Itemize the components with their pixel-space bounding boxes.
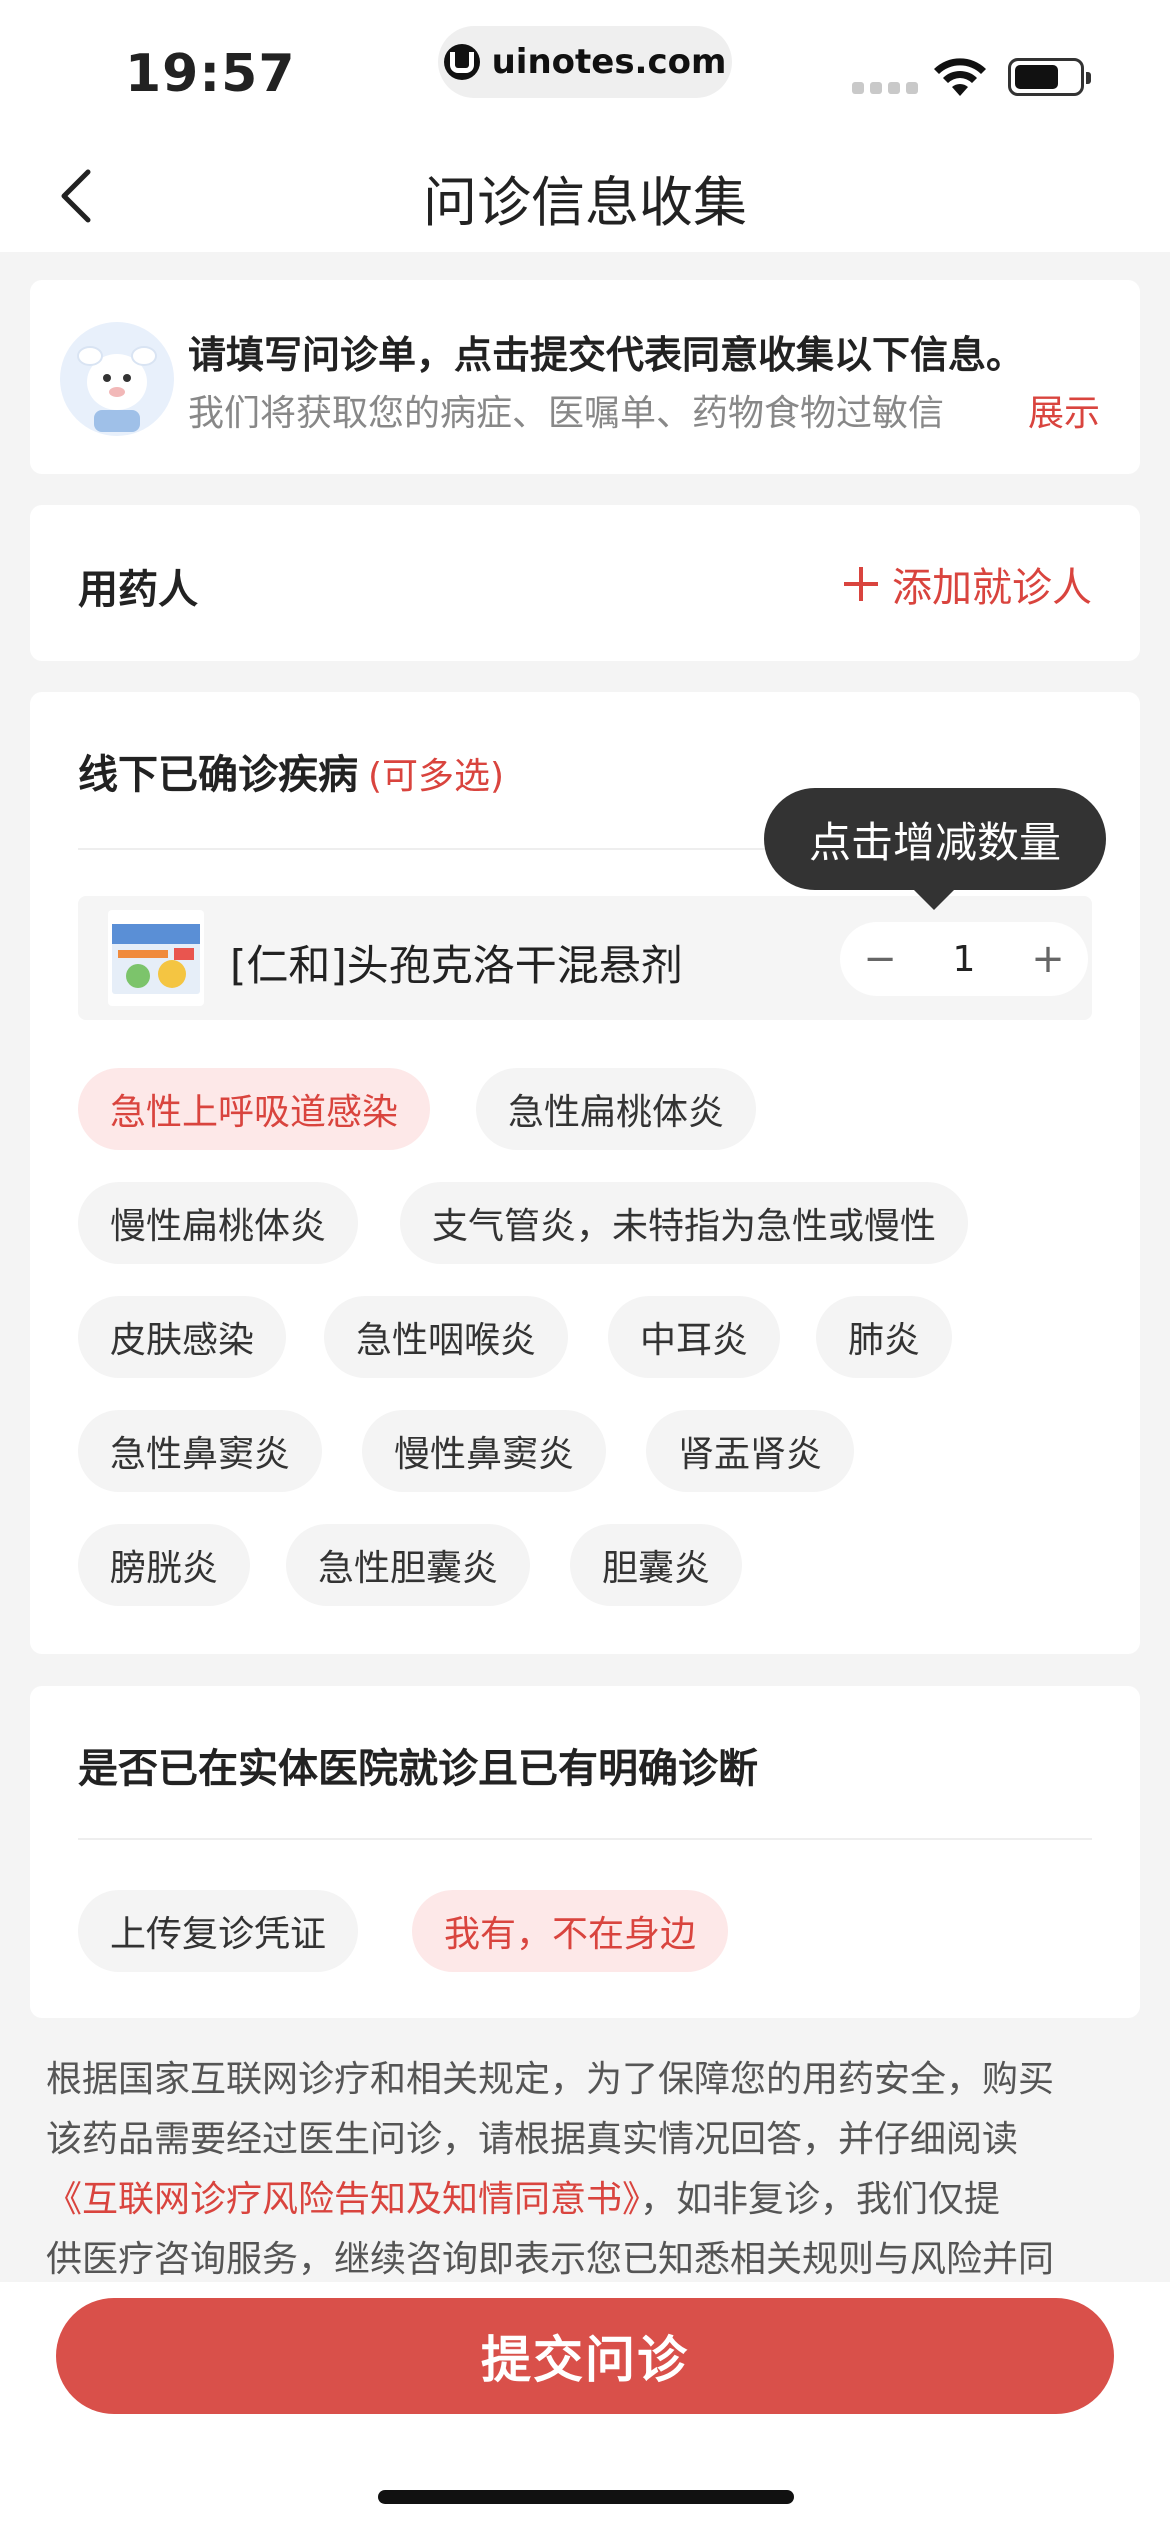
quantity-value: 1 <box>952 938 976 980</box>
patient-card: 用药人 添加就诊人 <box>30 505 1140 661</box>
disease-tag[interactable]: 急性扁桃体炎 <box>476 1068 757 1150</box>
disease-tag[interactable]: 慢性鼻窦炎 <box>362 1410 607 1492</box>
mascot-avatar <box>60 322 174 436</box>
legal-line-rest: ，如非复诊，我们仅提 <box>640 2179 1001 2220</box>
decrease-button[interactable]: − <box>840 922 920 996</box>
patient-label: 用药人 <box>78 567 198 613</box>
consent-agreement-link[interactable]: 《互联网诊疗风险告知及知情同意书》 <box>46 2179 640 2220</box>
disease-tag[interactable]: 急性鼻窦炎 <box>78 1410 323 1492</box>
submit-consultation-button[interactable]: 提交问诊 <box>56 2298 1114 2414</box>
status-time: 19:57 <box>125 44 296 104</box>
multi-select-hint: (可多选) <box>368 756 505 797</box>
url-text: uinotes.com <box>491 42 727 82</box>
drug-thumbnail <box>108 910 204 1006</box>
disease-tag[interactable]: 急性咽喉炎 <box>324 1296 569 1378</box>
drug-row: [仁和]头孢克洛干混悬剂 − 1 + <box>78 896 1092 1020</box>
disease-tag[interactable]: 皮肤感染 <box>78 1296 287 1378</box>
expand-link[interactable]: 展示 <box>1028 384 1100 436</box>
diagnosis-card: 是否已在实体医院就诊且已有明确诊断 上传复诊凭证 我有，不在身边 <box>30 1686 1140 2018</box>
page-title: 问诊信息收集 <box>423 171 747 234</box>
disease-tag[interactable]: 急性上呼吸道感染 <box>78 1068 431 1150</box>
not-with-me-option[interactable]: 我有，不在身边 <box>412 1890 729 1972</box>
disease-tag[interactable]: 慢性扁桃体炎 <box>78 1182 359 1264</box>
legal-line: 《互联网诊疗风险告知及知情同意书》，如非复诊，我们仅提 <box>46 2170 1126 2230</box>
quantity-stepper: − 1 + <box>840 922 1088 996</box>
plus-icon <box>844 567 878 601</box>
notice-title: 请填写问诊单，点击提交代表同意收集以下信息。 <box>188 333 1025 377</box>
increase-button[interactable]: + <box>1008 922 1088 996</box>
disease-tag[interactable]: 支气管炎，未特指为急性或慢性 <box>400 1182 969 1264</box>
disease-tag[interactable]: 中耳炎 <box>608 1296 781 1378</box>
home-indicator <box>378 2490 794 2504</box>
legal-line: 该药品需要经过医生问诊，请根据真实情况回答，并仔细阅读 <box>46 2119 1019 2160</box>
diagnosis-question: 是否已在实体医院就诊且已有明确诊断 <box>78 1746 758 1792</box>
disease-tag[interactable]: 膀胱炎 <box>78 1524 251 1606</box>
nav-bar: 问诊信息收集 <box>0 140 1170 252</box>
add-patient-label: 添加就诊人 <box>892 565 1092 611</box>
drug-name: [仁和]头孢克洛干混悬剂 <box>230 941 683 990</box>
legal-disclaimer: 根据国家互联网诊疗和相关规定，为了保障您的用药安全，购买 该药品需要经过医生问诊… <box>46 2050 1126 2290</box>
consent-notice-card: 请填写问诊单，点击提交代表同意收集以下信息。 我们将获取您的病症、医嘱单、药物食… <box>30 280 1140 474</box>
wifi-icon <box>934 58 986 96</box>
divider <box>78 1838 1092 1840</box>
url-pill[interactable]: uinotes.com <box>438 26 732 98</box>
section-title: 线下已确诊疾病 (可多选) <box>78 742 504 800</box>
battery-icon <box>1008 58 1091 96</box>
quantity-tooltip: 点击增减数量 <box>764 788 1106 910</box>
legal-line: 供医疗咨询服务，继续咨询即表示您已知悉相关规则与风险并同 <box>46 2239 1055 2280</box>
section-title-text: 线下已确诊疾病 <box>78 752 358 798</box>
disease-tag[interactable]: 急性胆囊炎 <box>286 1524 531 1606</box>
disease-tag[interactable]: 肾盂肾炎 <box>646 1410 855 1492</box>
status-bar: 19:57 uinotes.com <box>0 0 1170 140</box>
disease-tag[interactable]: 肺炎 <box>816 1296 953 1378</box>
disease-tag[interactable]: 胆囊炎 <box>570 1524 743 1606</box>
signal-icon <box>852 82 918 94</box>
notice-body: 我们将获取您的病症、医嘱单、药物食物过敏信 <box>188 393 945 434</box>
legal-line: 根据国家互联网诊疗和相关规定，为了保障您的用药安全，购买 <box>46 2059 1055 2100</box>
site-logo-icon <box>443 44 480 80</box>
upload-voucher-option[interactable]: 上传复诊凭证 <box>78 1890 359 1972</box>
add-patient-button[interactable]: 添加就诊人 <box>844 555 1092 613</box>
